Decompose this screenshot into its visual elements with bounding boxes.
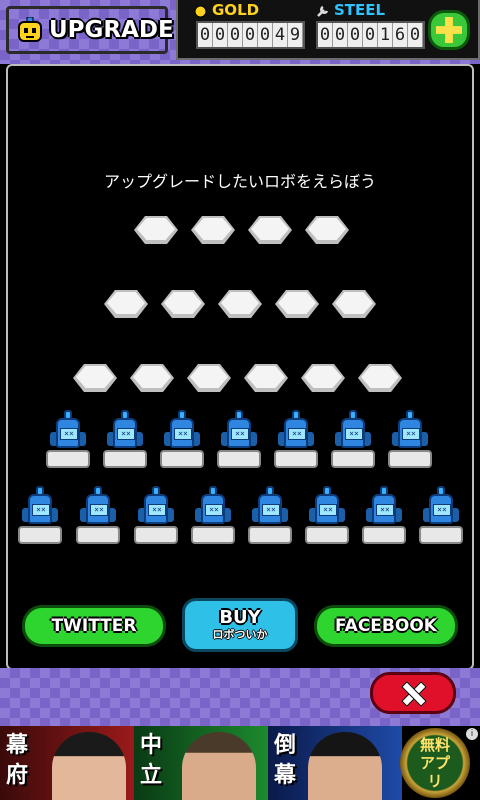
robot-unit[interactable]: ×× [419,486,463,544]
gold-digit: 0 [198,23,213,47]
robot-unit[interactable]: ×× [46,410,90,468]
robot-unit[interactable]: ×× [217,410,261,468]
empty-robot-slot [104,290,148,324]
steel-counter: 0000160 [316,21,425,49]
character-portrait [308,732,382,800]
gold-digit: 9 [288,23,303,47]
character-portrait [52,732,126,800]
ad-kanji: 府 [6,762,29,788]
robot-face-icon: ×× [262,504,280,516]
robot-face-icon: ×× [174,428,192,440]
empty-robot-slot [332,290,376,324]
robot-face-icon: ×× [205,504,223,516]
robot-unit[interactable]: ×× [331,410,375,468]
empty-robot-slot [191,216,235,250]
ad-panel-2: 中 立 [134,726,268,800]
ad-kanji: 幕 [274,762,297,788]
robot-unit[interactable]: ×× [18,486,62,544]
robot-head-icon [17,16,43,43]
gold-label: GOLD [212,1,260,19]
robot-face-icon: ×× [231,428,249,440]
top-bar: UPGRADE GOLD 0000049 STEEL 0000160 [0,0,480,64]
empty-robot-slot [134,216,178,250]
robot-face-icon: ×× [402,428,420,440]
robot-face-icon: ×× [288,428,306,440]
robot-face-icon: ×× [345,428,363,440]
robot-unit[interactable]: ×× [103,410,147,468]
ad-kanji: 幕 [6,732,29,758]
free-app-badge[interactable]: 無料アプリ [400,728,470,798]
wrench-icon [316,3,329,17]
steel-digit: 0 [333,23,348,47]
upgrade-tab: UPGRADE [6,6,174,54]
robot-face-icon: ×× [319,504,337,516]
buy-label: BUY [219,607,261,628]
steel-digit: 0 [318,23,333,47]
empty-robot-slot [275,290,319,324]
ad-info-icon[interactable]: i [466,728,478,740]
empty-robot-slot [161,290,205,324]
page-title: UPGRADE [49,17,174,43]
robot-unit[interactable]: ×× [305,486,349,544]
steel-digit: 0 [348,23,363,47]
ad-panel-3: 倒 幕 [268,726,402,800]
robot-unit[interactable]: ×× [248,486,292,544]
robot-unit[interactable]: ×× [191,486,235,544]
robot-unit[interactable]: ×× [134,486,178,544]
gold-digit: 0 [243,23,258,47]
robot-face-icon: ×× [32,504,50,516]
robot-unit[interactable]: ×× [388,410,432,468]
steel-label: STEEL [334,1,386,19]
character-portrait [182,732,256,800]
empty-robot-slot [305,216,349,250]
gold-coin-icon [194,3,207,18]
badge-text: 無料アプリ [419,736,450,790]
instruction-text: アップグレードしたいロボをえらぼう [103,172,376,191]
add-resources-button[interactable] [428,10,470,50]
steel-digit: 6 [393,23,408,47]
close-icon [402,682,424,704]
robot-unit[interactable]: ×× [274,410,318,468]
empty-robot-slot [301,364,345,398]
ad-kanji: 中 [140,732,163,758]
ad-kanji: 倒 [274,732,297,758]
empty-robot-slot [358,364,402,398]
steel-digit: 0 [363,23,378,47]
buy-sublabel: ロボついか [212,628,268,641]
facebook-button[interactable]: FACEBOOK [314,605,458,647]
steel-digit: 1 [378,23,393,47]
robot-face-icon: ×× [117,428,135,440]
gold-digit: 0 [213,23,228,47]
empty-robot-slot [73,364,117,398]
resource-panel: GOLD 0000049 STEEL 0000160 [176,0,480,60]
gold-digit: 0 [258,23,273,47]
robot-face-icon: ×× [376,504,394,516]
ad-panel-1: 幕 府 [0,726,134,800]
gold-digit: 0 [228,23,243,47]
robot-unit[interactable]: ×× [76,486,120,544]
close-button[interactable] [370,672,456,714]
robot-face-icon: ×× [433,504,451,516]
robot-face-icon: ×× [60,428,78,440]
empty-robot-slot [130,364,174,398]
plus-icon [436,17,462,43]
robot-unit[interactable]: ×× [362,486,406,544]
buy-robot-button[interactable]: BUY ロボついか [182,598,298,652]
robot-face-icon: ×× [90,504,108,516]
robot-face-icon: ×× [148,504,166,516]
gold-counter: 0000049 [196,21,305,49]
empty-robot-slot [244,364,288,398]
twitter-button[interactable]: TWITTER [22,605,166,647]
empty-robot-slot [218,290,262,324]
ad-kanji: 立 [140,762,163,788]
empty-robot-slot [248,216,292,250]
robot-unit[interactable]: ×× [160,410,204,468]
steel-digit: 0 [408,23,423,47]
gold-digit: 4 [273,23,288,47]
empty-robot-slot [187,364,231,398]
